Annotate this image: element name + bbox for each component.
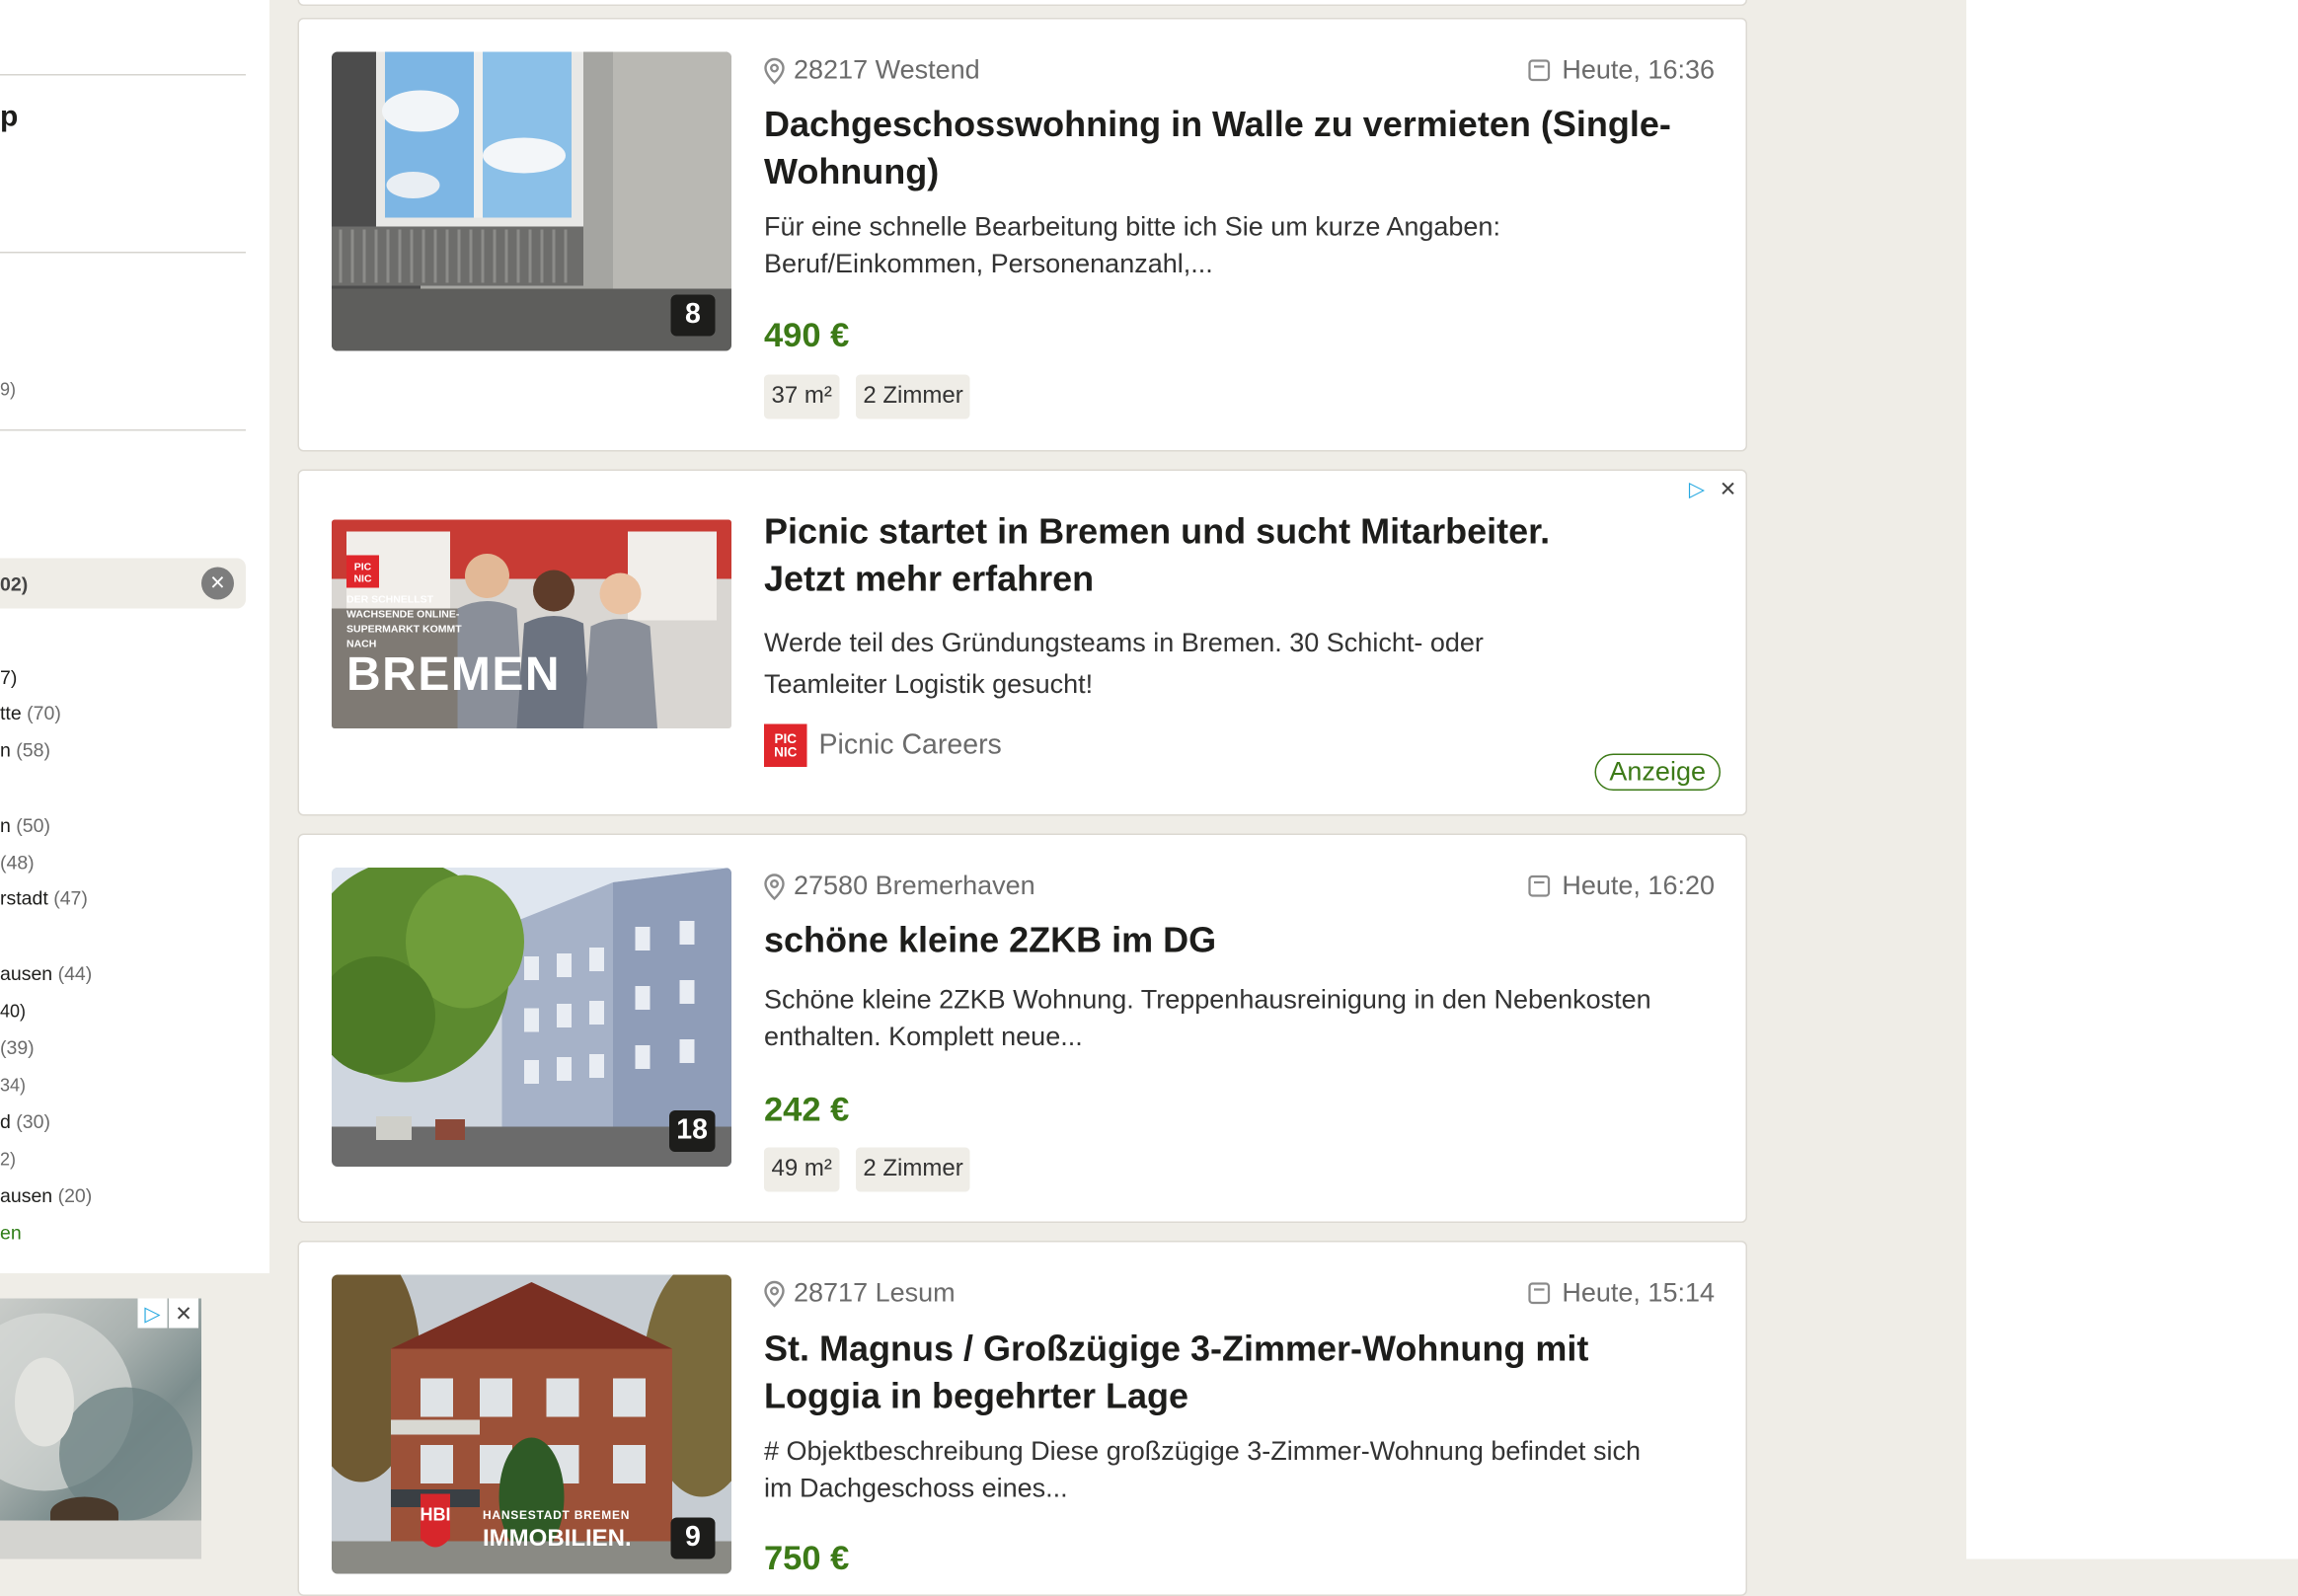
right-column: [1966, 0, 2298, 1559]
listing-location: 28717 Lesum: [764, 1278, 956, 1310]
listing-date: Heute, 15:14: [1528, 1278, 1715, 1310]
ad-controls: ▷ ✕: [1682, 474, 1743, 503]
image-count-badge: 18: [668, 1110, 716, 1152]
location-pin-icon: [764, 873, 785, 900]
district-filter-item[interactable]: rstadt (47): [0, 887, 88, 910]
show-more-districts-link[interactable]: en: [0, 1222, 22, 1245]
district-filter-item[interactable]: 7): [0, 666, 17, 689]
rooms-tag: 2 Zimmer: [855, 1147, 971, 1192]
filter-count-fragment: 9): [0, 379, 17, 400]
location-pin-icon: [764, 1280, 785, 1307]
listing-description: # Objektbeschreibung Diese großzügige 3-…: [764, 1436, 1641, 1503]
district-filter-item[interactable]: ausen (44): [0, 962, 92, 985]
listing-date: Heute, 16:20: [1528, 871, 1715, 902]
district-filter-item[interactable]: n (58): [0, 739, 50, 762]
district-filter-item[interactable]: d (30): [0, 1110, 50, 1133]
divider: [0, 252, 246, 254]
clear-filter-icon[interactable]: ×: [201, 567, 234, 600]
rooms-tag: 2 Zimmer: [855, 374, 971, 419]
district-filter-item[interactable]: 40): [0, 1001, 26, 1022]
listing-image[interactable]: 18: [332, 868, 731, 1167]
ad-title[interactable]: Picnic startet in Bremen und sucht Mitar…: [764, 509, 1712, 604]
picnic-logo-icon: PIC NIC: [764, 723, 807, 767]
location-text: 27580 Bremerhaven: [794, 871, 1035, 900]
image-count-badge: 8: [670, 294, 716, 337]
listing-location: 28217 Westend: [764, 55, 980, 87]
date-text: Heute, 16:20: [1562, 871, 1715, 900]
divider: [0, 429, 246, 431]
image-count-badge: 9: [670, 1517, 716, 1559]
listing-location: 27580 Bremerhaven: [764, 871, 1035, 902]
filter-sidebar: p 9) 02) × 7) tte (70) n (58) n (50) (48…: [0, 0, 269, 1273]
location-pin-icon: [764, 57, 785, 84]
adchoices-icon[interactable]: ▷: [1682, 474, 1712, 503]
calendar-icon: [1528, 1282, 1551, 1305]
adchoices-icon[interactable]: ▷: [137, 1298, 168, 1329]
listing-image[interactable]: 8: [332, 51, 731, 351]
ad-brand-name: Picnic Careers: [818, 728, 1002, 761]
filter-heading-fragment: p: [0, 101, 19, 133]
ad-description: Werde teil des Gründungsteams in Bremen.…: [764, 628, 1484, 699]
divider: [0, 74, 246, 76]
listing-title[interactable]: St. Magnus / Großzügige 3-Zimmer-Wohnung…: [764, 1327, 1712, 1421]
listing-card[interactable]: HBI HANSESTADT BREMEN IMMOBILIEN. 9 2871…: [297, 1241, 1747, 1596]
calendar-icon: [1528, 59, 1551, 82]
location-text: 28717 Lesum: [794, 1277, 956, 1308]
listing-description: Für eine schnelle Bearbeitung bitte ich …: [764, 211, 1500, 279]
location-text: 28217 Westend: [794, 54, 980, 85]
ad-brand[interactable]: PIC NIC Picnic Careers: [764, 723, 1002, 767]
svg-text:HBI: HBI: [421, 1505, 451, 1525]
listing-date: Heute, 16:36: [1528, 55, 1715, 87]
listing-card[interactable]: 8 28217 Westend Heute, 16:36 Dachgeschos…: [297, 18, 1747, 452]
image-logo-big: IMMOBILIEN.: [483, 1526, 632, 1553]
size-tag: 37 m²: [764, 374, 840, 419]
size-tag: 49 m²: [764, 1147, 840, 1192]
listing-price: 750 €: [764, 1538, 850, 1577]
listing-card[interactable]: [297, 0, 1747, 6]
district-filter-item[interactable]: 2): [0, 1149, 16, 1170]
listing-title[interactable]: Dachgeschosswohning in Walle zu vermiete…: [764, 103, 1712, 197]
image-logo-small: HANSESTADT BREMEN: [483, 1508, 631, 1523]
date-text: Heute, 16:36: [1562, 54, 1715, 85]
listing-title[interactable]: schöne kleine 2ZKB im DG: [764, 918, 1712, 965]
close-ad-icon[interactable]: ✕: [169, 1298, 198, 1329]
listing-tags: 37 m² 2 Zimmer: [764, 374, 971, 419]
sidebar-ad-image[interactable]: [0, 1298, 201, 1559]
ad-image-tagline: DER SCHNELLST WACHSENDE ONLINE-SUPERMARK…: [346, 595, 462, 650]
svg-text:NIC: NIC: [353, 573, 372, 585]
date-text: Heute, 15:14: [1562, 1277, 1715, 1308]
ad-image[interactable]: PIC NIC DER SCHNELLST WACHSENDE ONLINE-S…: [332, 519, 731, 728]
listing-price: 490 €: [764, 315, 850, 354]
calendar-icon: [1528, 874, 1551, 897]
ad-image-city: BREMEN: [346, 646, 562, 701]
listing-card[interactable]: 18 27580 Bremerhaven Heute, 16:20 schöne…: [297, 833, 1747, 1223]
listing-tags: 49 m² 2 Zimmer: [764, 1147, 971, 1192]
active-filter-label: 02): [0, 572, 29, 596]
listing-image[interactable]: HBI HANSESTADT BREMEN IMMOBILIEN. 9: [332, 1274, 731, 1574]
district-filter-item[interactable]: 34): [0, 1075, 26, 1096]
district-filter-item[interactable]: ausen (20): [0, 1184, 92, 1207]
sidebar-ad-controls: ▷ ✕: [137, 1298, 198, 1329]
ad-label-badge: Anzeige: [1594, 753, 1721, 791]
close-ad-icon[interactable]: ✕: [1713, 474, 1743, 503]
district-filter-item[interactable]: (39): [0, 1036, 35, 1059]
district-filter-item[interactable]: (48): [0, 852, 35, 874]
district-filter-item[interactable]: tte (70): [0, 702, 61, 724]
sponsored-ad-card[interactable]: ▷ ✕ PIC NIC DER SCHNELLST WACHSENDE ONLI: [297, 469, 1747, 816]
active-filter-chip[interactable]: 02) ×: [0, 558, 246, 609]
svg-text:PIC: PIC: [354, 562, 372, 573]
listing-description: Schöne kleine 2ZKB Wohnung. Treppenhausr…: [764, 984, 1651, 1052]
district-filter-item[interactable]: n (50): [0, 814, 50, 837]
listing-price: 242 €: [764, 1090, 850, 1128]
